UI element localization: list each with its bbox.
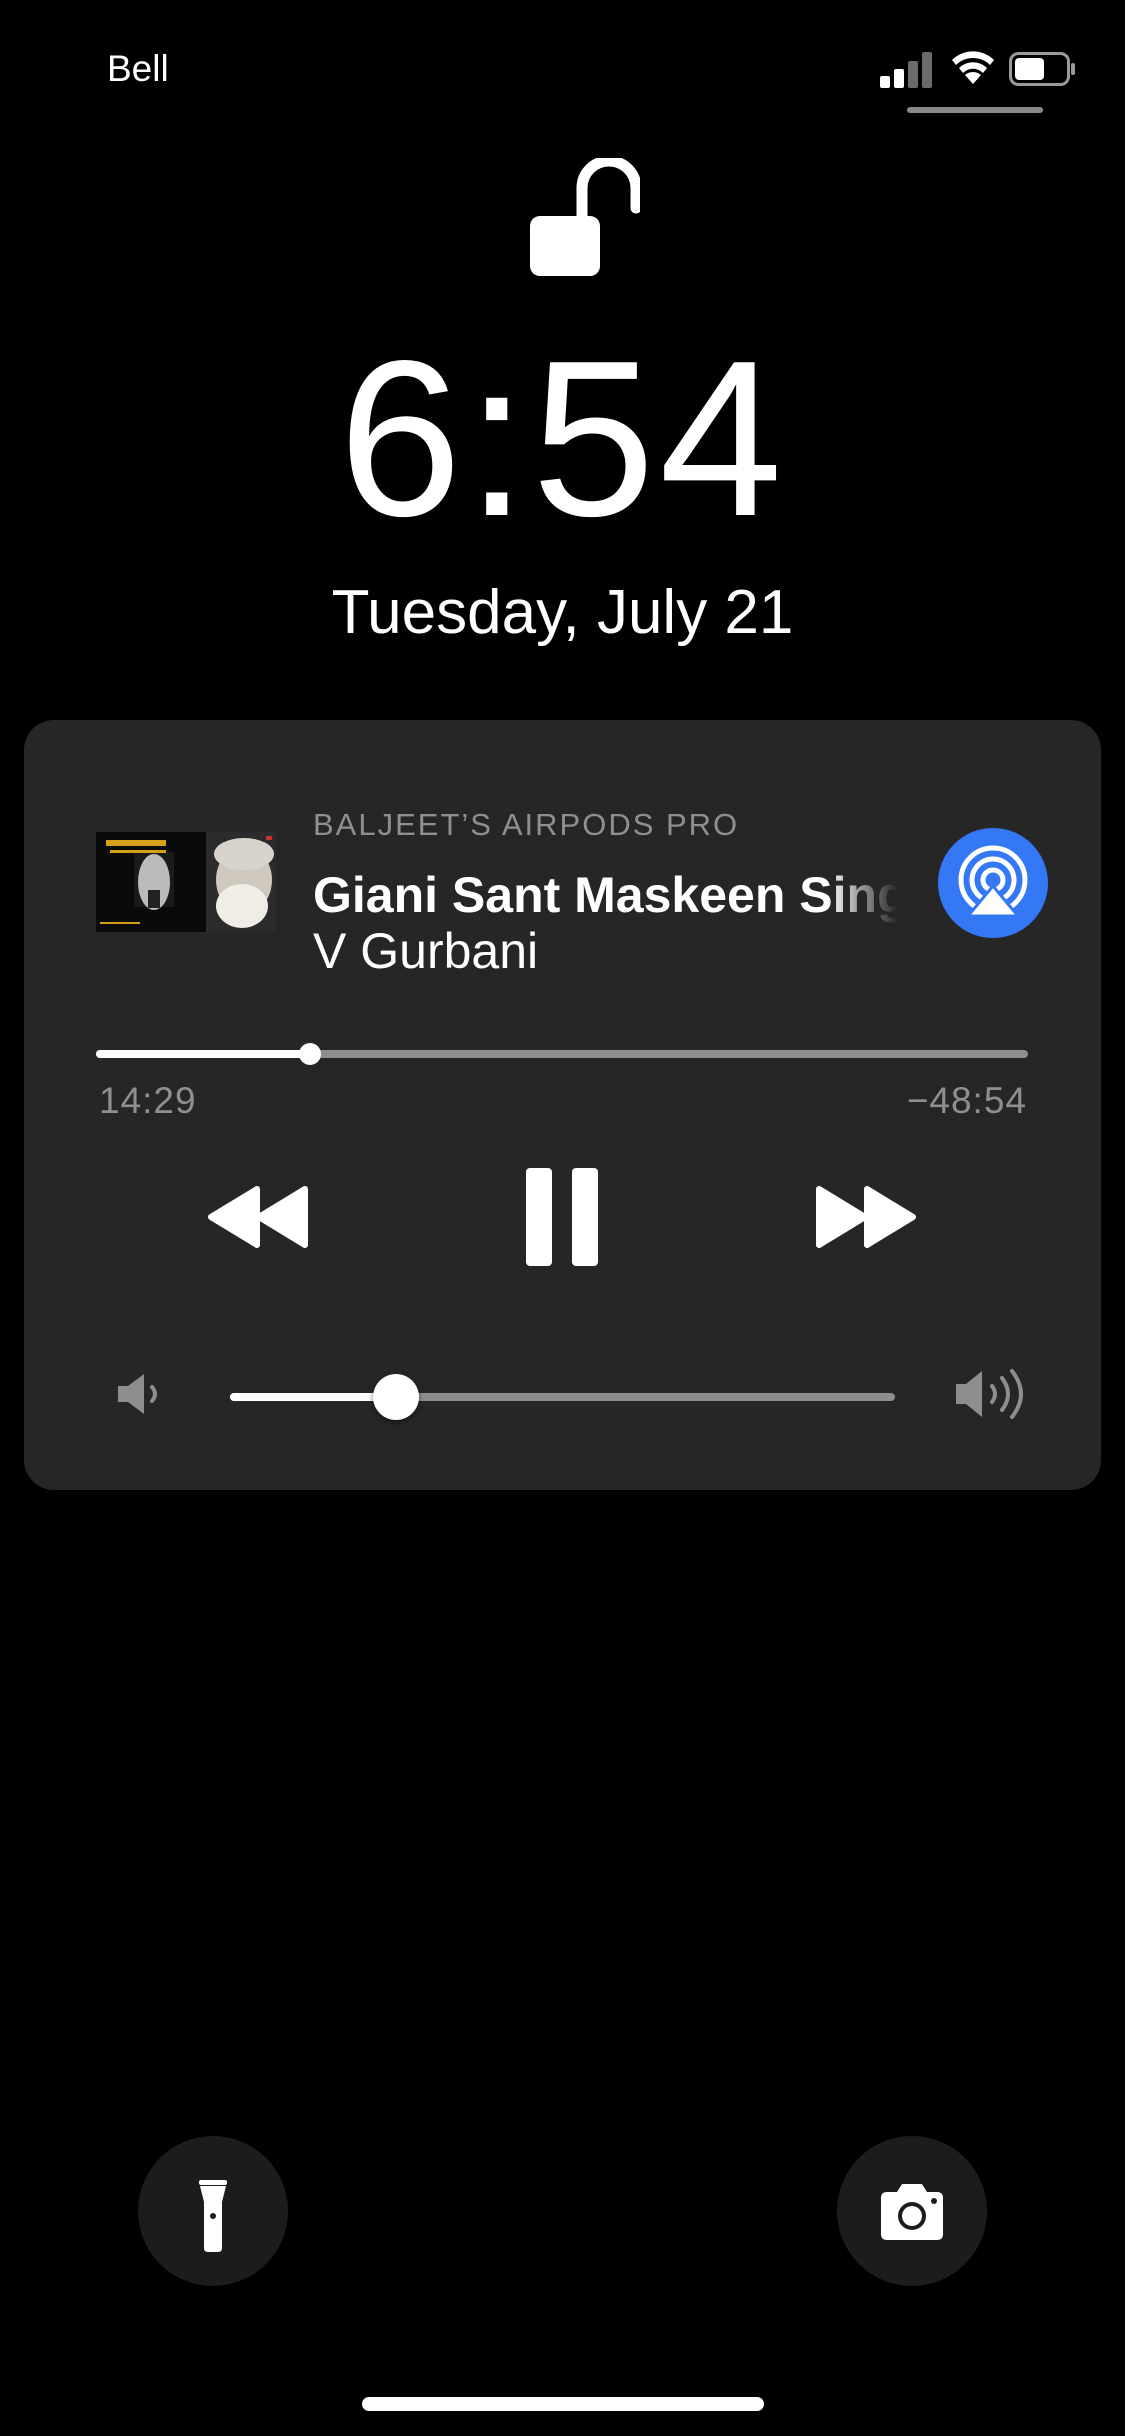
flashlight-icon [199, 2180, 227, 2252]
elapsed-time: 14:29 [99, 1080, 197, 1121]
pause-icon [526, 1168, 598, 1266]
status-indicator-line [907, 107, 1043, 113]
volume-slider-fill [230, 1393, 396, 1401]
remaining-time: −48:54 [906, 1080, 1027, 1121]
playback-progress-fill [96, 1050, 310, 1058]
lock-screen-date: Tuesday, July 21 [331, 578, 794, 647]
track-artist: V Gurbani [313, 923, 539, 979]
home-indicator[interactable] [362, 2397, 764, 2411]
playback-scrubber-knob[interactable] [299, 1043, 321, 1065]
airplay-icon [958, 845, 1028, 918]
pause-button[interactable] [524, 1166, 600, 1268]
album-artwork[interactable] [96, 832, 276, 932]
lock-screen-time: 6:54 [338, 315, 787, 563]
carrier-name: Bell [107, 48, 169, 89]
volume-low-icon [114, 1371, 166, 1417]
rewind-button[interactable] [205, 1185, 309, 1249]
cellular-signal-icon [880, 52, 934, 88]
wifi-icon [950, 48, 996, 86]
lock-open-icon [524, 155, 642, 280]
camera-button[interactable] [837, 2136, 987, 2286]
flashlight-button[interactable] [138, 2136, 288, 2286]
volume-high-icon [952, 1366, 1030, 1422]
airplay-button[interactable] [938, 828, 1048, 938]
rewind-icon [208, 1186, 308, 1248]
fast-forward-button[interactable] [815, 1185, 919, 1249]
output-device-label: BALJEET’S AIRPODS PRO [313, 807, 740, 842]
fast-forward-icon [816, 1186, 916, 1248]
track-title: Giani Sant Maskeen Singh [313, 867, 898, 923]
volume-slider-knob[interactable] [373, 1374, 419, 1420]
camera-icon [881, 2184, 943, 2240]
battery-icon [1009, 52, 1077, 86]
